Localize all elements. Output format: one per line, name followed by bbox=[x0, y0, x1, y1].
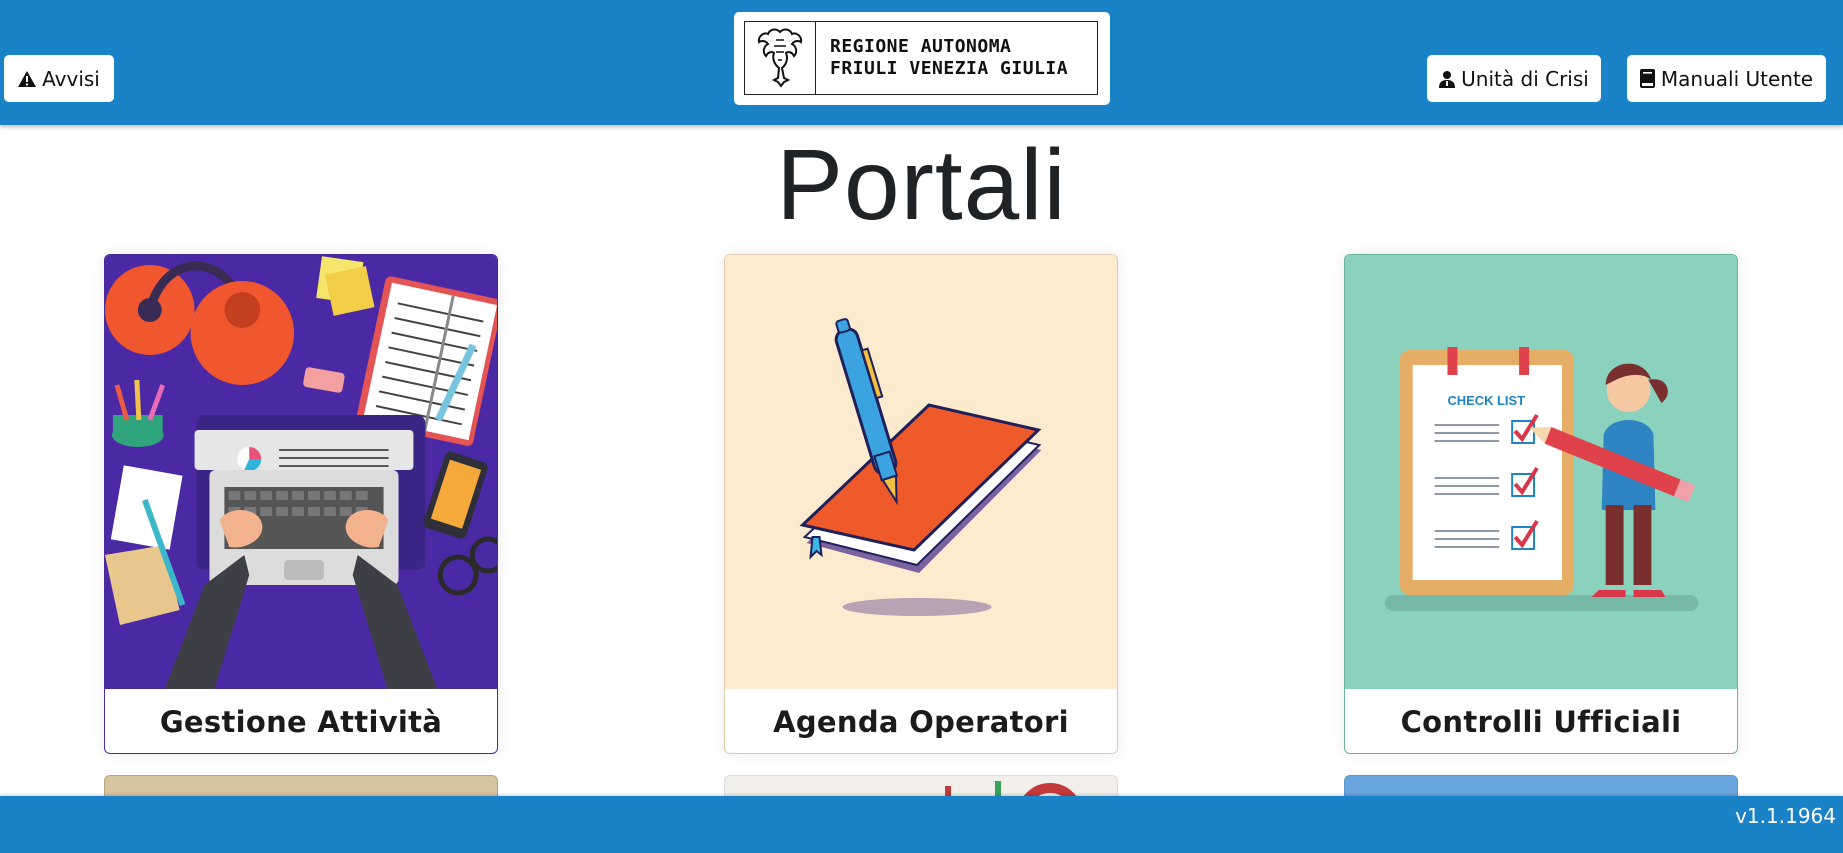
manuali-utente-button[interactable]: Manuali Utente bbox=[1627, 55, 1826, 102]
manuali-utente-label: Manuali Utente bbox=[1660, 66, 1814, 91]
logo-text-line1: REGIONE AUTONOMA bbox=[830, 36, 1012, 57]
card-agenda-operatori[interactable]: Agenda Operatori bbox=[724, 254, 1118, 754]
checklist-heading: CHECK LIST bbox=[1447, 393, 1525, 408]
person-icon bbox=[1439, 70, 1456, 88]
checklist-illustration: CHECK LIST bbox=[1345, 255, 1737, 689]
card-gestione-attivita[interactable]: Gestione Attività bbox=[104, 254, 498, 754]
warning-icon bbox=[18, 70, 37, 87]
notebook-pen-illustration bbox=[725, 255, 1117, 689]
avvisi-label: Avvisi bbox=[42, 66, 100, 91]
top-bar: Avvisi REGIONE AUTONOMA FRIULI VENEZIA G… bbox=[0, 0, 1843, 125]
eagle-icon bbox=[757, 28, 803, 88]
card-controlli-ufficiali[interactable]: CHECK LIST Controlli Ufficiali bbox=[1344, 254, 1738, 754]
avvisi-button[interactable]: Avvisi bbox=[4, 55, 114, 102]
footer-bar: v1.1.1964 bbox=[0, 796, 1843, 853]
card-label-agenda-operatori: Agenda Operatori bbox=[773, 705, 1069, 739]
card-label-controlli-ufficiali: Controlli Ufficiali bbox=[1400, 705, 1682, 739]
book-icon bbox=[1639, 69, 1655, 88]
region-logo: REGIONE AUTONOMA FRIULI VENEZIA GIULIA bbox=[734, 12, 1110, 105]
logo-text-line2: FRIULI VENEZIA GIULIA bbox=[830, 58, 1069, 79]
unita-di-crisi-label: Unità di Crisi bbox=[1461, 66, 1589, 91]
unita-di-crisi-button[interactable]: Unità di Crisi bbox=[1427, 55, 1601, 102]
version-label: v1.1.1964 bbox=[1735, 804, 1836, 828]
card-label-gestione-attivita: Gestione Attività bbox=[159, 705, 443, 739]
page-title: Portali bbox=[776, 129, 1067, 241]
laptop-desk-illustration bbox=[105, 255, 497, 689]
